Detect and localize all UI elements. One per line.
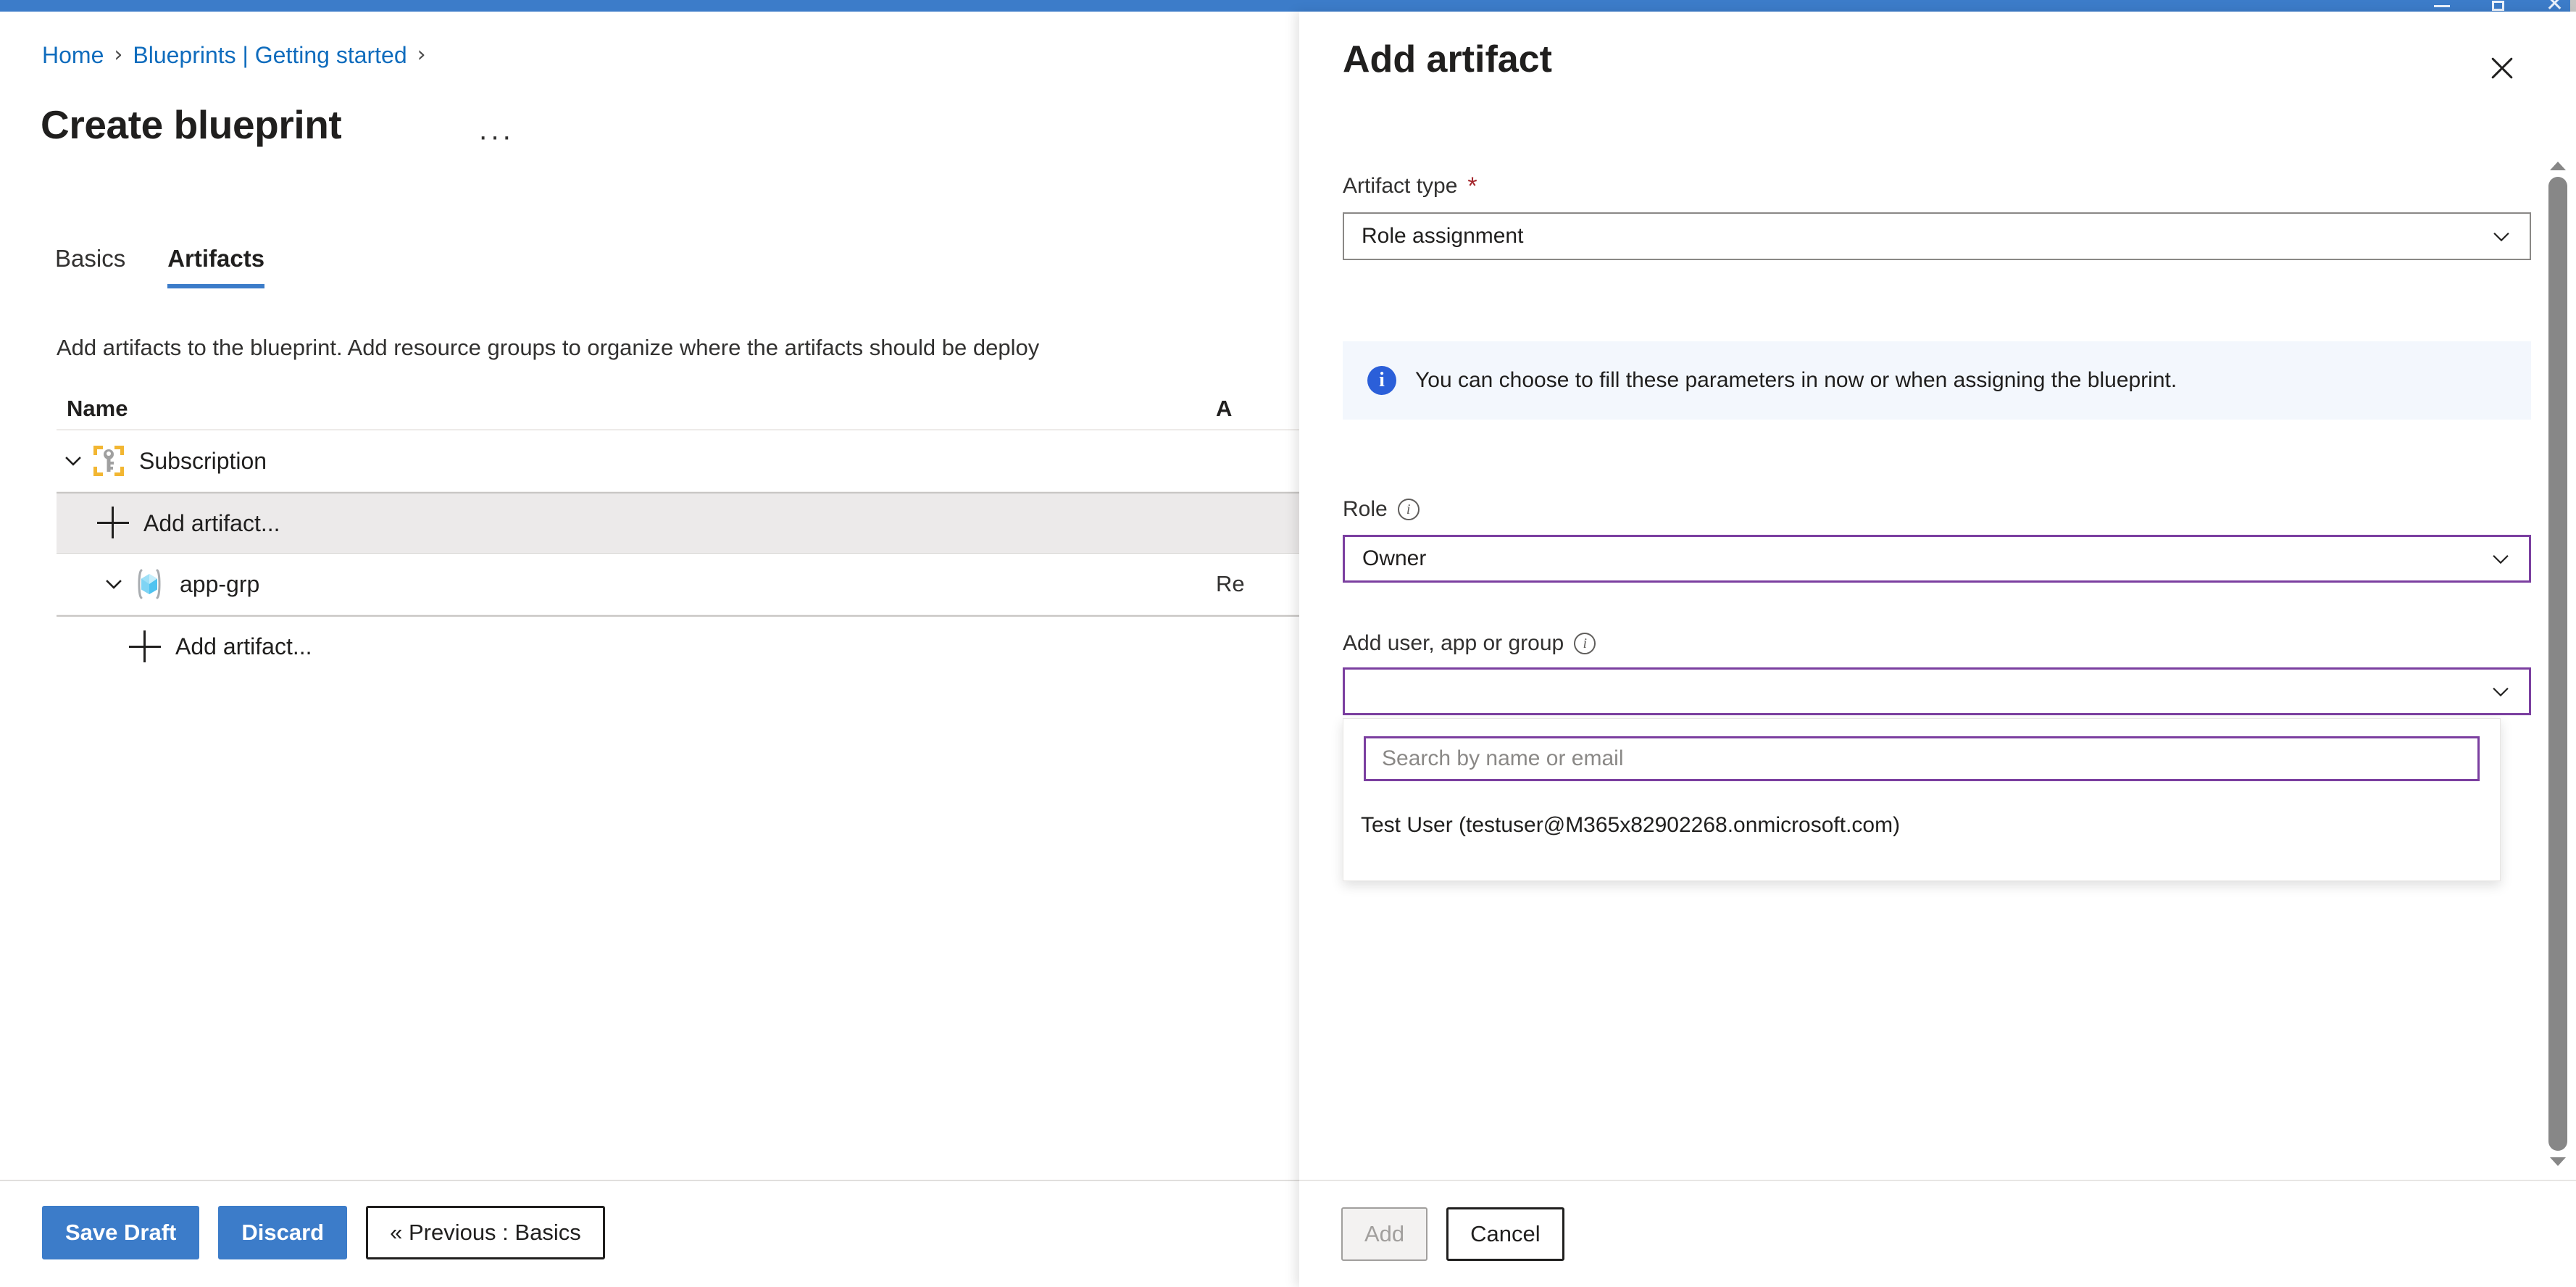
main-content: Home › Blueprints | Getting started › Cr… xyxy=(0,12,1299,1287)
artifacts-description: Add artifacts to the blueprint. Add reso… xyxy=(57,335,1040,360)
panel-title: Add artifact xyxy=(1343,38,1552,80)
breadcrumb-separator-icon: › xyxy=(114,42,123,67)
minimize-icon[interactable] xyxy=(2433,5,2451,12)
page-more-menu-button[interactable]: ··· xyxy=(478,122,514,151)
panel-scrollbar[interactable] xyxy=(2546,157,2570,1171)
column-header-artifact-type: A xyxy=(1216,396,1233,421)
artifact-type-value: Role assignment xyxy=(1362,224,1524,248)
principal-option-item[interactable]: Test User (testuser@M365x82902268.onmicr… xyxy=(1361,813,1900,838)
required-marker: * xyxy=(1467,172,1477,200)
artifact-type-label-text: Artifact type xyxy=(1343,174,1458,198)
artifacts-table: Name A Subscription Add artifact... app-… xyxy=(57,386,1299,677)
info-banner-text: You can choose to fill these parameters … xyxy=(1415,368,2177,392)
row-label: Add artifact... xyxy=(143,509,280,536)
row-label: app-grp xyxy=(180,570,260,597)
row-label: Add artifact... xyxy=(175,633,312,659)
main-footer-buttons: Save Draft Discard « Previous : Basics xyxy=(42,1206,605,1259)
column-header-name: Name xyxy=(67,396,128,421)
breadcrumb-item-blueprints[interactable]: Blueprints | Getting started xyxy=(133,43,407,67)
scroll-down-icon[interactable] xyxy=(2546,1152,2570,1171)
breadcrumb-separator-icon-2: › xyxy=(417,42,426,67)
add-artifact-row-resource-group[interactable]: Add artifact... xyxy=(57,615,1299,677)
principal-label-text: Add user, app or group xyxy=(1343,631,1564,655)
chevron-down-icon xyxy=(2488,679,2513,704)
row-name-cell: app-grp xyxy=(57,565,1216,603)
add-button[interactable]: Add xyxy=(1341,1207,1428,1261)
breadcrumb: Home › Blueprints | Getting started › xyxy=(42,43,436,67)
plus-icon xyxy=(129,630,162,664)
azure-portal-window: Home › Blueprints | Getting started › Cr… xyxy=(0,0,2576,1287)
window-controls xyxy=(2433,0,2564,12)
row-name-cell: Add artifact... xyxy=(57,507,1216,540)
previous-basics-button[interactable]: « Previous : Basics xyxy=(366,1206,605,1259)
add-artifact-panel: Add artifact Artifact type * Role assign… xyxy=(1299,12,2576,1287)
principal-dropdown[interactable] xyxy=(1343,667,2531,715)
table-row[interactable]: Subscription xyxy=(57,430,1299,492)
tab-artifacts[interactable]: Artifacts xyxy=(167,245,264,288)
maximize-icon[interactable] xyxy=(2489,1,2508,12)
principal-picker-flyout: Search by name or email Test User (testu… xyxy=(1343,718,2501,881)
role-label: Role i xyxy=(1343,497,1420,522)
artifact-type-label: Artifact type * xyxy=(1343,174,1477,199)
tab-basics[interactable]: Basics xyxy=(55,245,125,288)
page-title: Create blueprint xyxy=(41,102,342,147)
tab-bar: Basics Artifacts xyxy=(55,245,264,288)
plus-icon xyxy=(97,507,130,540)
chevron-down-icon[interactable] xyxy=(97,567,130,601)
breadcrumb-item-home[interactable]: Home xyxy=(42,43,104,67)
panel-footer: Add Cancel xyxy=(1299,1180,2576,1287)
role-dropdown[interactable]: Owner xyxy=(1343,535,2531,583)
scrollbar-thumb[interactable] xyxy=(2548,177,2567,1151)
cancel-button[interactable]: Cancel xyxy=(1446,1207,1564,1261)
artifact-type-dropdown[interactable]: Role assignment xyxy=(1343,212,2531,260)
panel-footer-buttons: Add Cancel xyxy=(1341,1207,1564,1261)
subscription-key-icon xyxy=(90,442,128,480)
info-icon[interactable]: i xyxy=(1397,499,1420,520)
discard-button[interactable]: Discard xyxy=(218,1206,348,1259)
info-banner: i You can choose to fill these parameter… xyxy=(1343,341,2531,420)
main-footer: Save Draft Discard « Previous : Basics xyxy=(0,1180,1299,1287)
chevron-down-icon[interactable] xyxy=(57,444,90,478)
principal-label: Add user, app or group i xyxy=(1343,631,1596,656)
add-artifact-row-subscription[interactable]: Add artifact... xyxy=(57,492,1299,554)
info-icon[interactable]: i xyxy=(1574,633,1596,654)
table-row[interactable]: app-grp Re xyxy=(57,554,1299,615)
row-name-cell: Add artifact... xyxy=(57,630,1216,664)
row-artifact-type: Re xyxy=(1216,571,1245,596)
role-label-text: Role xyxy=(1343,497,1388,521)
close-icon[interactable] xyxy=(2483,49,2521,87)
info-icon: i xyxy=(1367,366,1396,395)
search-input[interactable]: Search by name or email xyxy=(1364,736,2480,781)
row-label: Subscription xyxy=(139,447,267,474)
chevron-down-icon xyxy=(2488,546,2513,571)
scroll-up-icon[interactable] xyxy=(2546,157,2570,175)
row-name-cell: Subscription xyxy=(57,442,1216,480)
role-value: Owner xyxy=(1362,546,1427,570)
close-icon[interactable] xyxy=(2546,0,2564,12)
window-titlebar xyxy=(0,0,2576,12)
resource-group-icon xyxy=(130,565,168,603)
save-draft-button[interactable]: Save Draft xyxy=(42,1206,200,1259)
chevron-down-icon xyxy=(2489,224,2514,249)
table-header-row: Name A xyxy=(57,386,1299,430)
